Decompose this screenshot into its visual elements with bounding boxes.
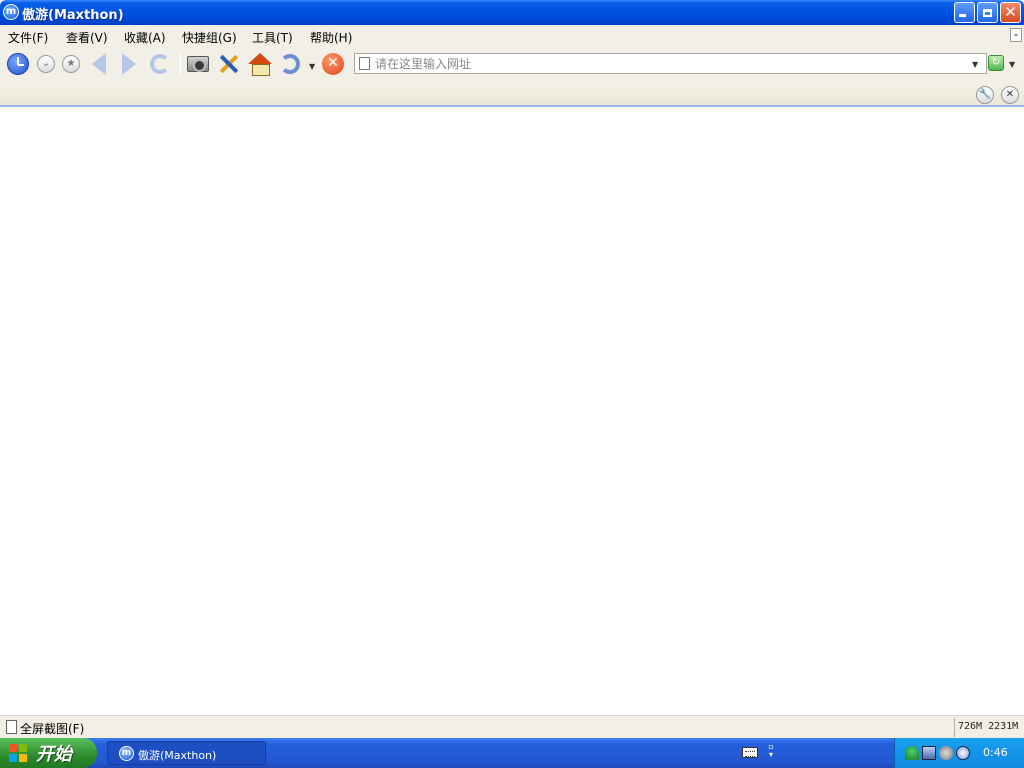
- maxthon-app-icon[interactable]: m: [3, 4, 19, 20]
- refresh-icon[interactable]: [147, 51, 173, 77]
- network-icon[interactable]: [922, 746, 936, 760]
- speaker-icon[interactable]: [939, 746, 953, 760]
- address-dropdown-icon[interactable]: ▼: [972, 60, 978, 69]
- restore-button[interactable]: [977, 2, 998, 23]
- start-label: 开始: [36, 744, 72, 765]
- forward-arrow-icon[interactable]: [116, 51, 142, 77]
- go-dropdown-icon[interactable]: ▼: [1009, 60, 1015, 69]
- menu-view[interactable]: 查看(V): [66, 29, 108, 46]
- toolbar-separator: [180, 52, 181, 76]
- stop-icon[interactable]: ✕: [320, 51, 346, 77]
- panel-close-icon[interactable]: ✕: [1001, 86, 1019, 104]
- menu-tools[interactable]: 工具(T): [252, 29, 293, 46]
- menu-groups[interactable]: 快捷组(G): [182, 29, 237, 46]
- history-icon[interactable]: [5, 51, 31, 77]
- back-arrow-icon[interactable]: [86, 51, 112, 77]
- home-icon[interactable]: [247, 51, 273, 77]
- taskbar: 开始 m 傲游(Maxthon) ▫ ▾ 0:46: [0, 738, 1024, 768]
- memory-usage: 726M 2231M: [958, 721, 1019, 732]
- star-icon[interactable]: ★: [58, 51, 84, 77]
- undo-icon[interactable]: [277, 51, 303, 77]
- camera-icon[interactable]: [185, 51, 211, 77]
- taskbar-button-label: 傲游(Maxthon): [138, 749, 217, 762]
- start-button[interactable]: 开始: [0, 738, 97, 768]
- taskbar-maxthon-button[interactable]: m 傲游(Maxthon): [107, 741, 266, 765]
- address-input[interactable]: [375, 54, 965, 73]
- security-shield-icon[interactable]: [956, 746, 970, 760]
- magic-tools-icon[interactable]: [216, 51, 242, 77]
- title-bar[interactable]: m 傲游(Maxthon) ✕: [0, 0, 1024, 25]
- status-divider: [954, 718, 955, 737]
- menu-favorites[interactable]: 收藏(A): [124, 29, 166, 46]
- menu-file[interactable]: 文件(F): [8, 29, 48, 46]
- browser-content[interactable]: [0, 108, 1024, 715]
- menu-help[interactable]: 帮助(H): [310, 29, 352, 46]
- menu-bar: 文件(F) 查看(V) 收藏(A) 快捷组(G) 工具(T) 帮助(H): [0, 25, 1024, 47]
- keyboard-icon[interactable]: [742, 747, 758, 758]
- undo-dropdown-icon[interactable]: ▼: [309, 62, 315, 71]
- page-icon: [359, 57, 370, 70]
- maxthon-taskbar-icon: m: [119, 746, 134, 761]
- status-bar: 全屏截图(F) 726M 2231M: [0, 715, 1024, 738]
- go-icon[interactable]: ↻: [988, 55, 1004, 71]
- close-icon: ✕: [1004, 3, 1017, 21]
- dropdown-circle-icon[interactable]: ⌄: [33, 51, 59, 77]
- restore-icon: [983, 9, 992, 17]
- close-button[interactable]: ✕: [1000, 2, 1021, 23]
- status-page-icon: [6, 720, 17, 734]
- tab-strip: 🔧 ✕: [0, 85, 1024, 107]
- window-title: 傲游(Maxthon): [22, 8, 124, 23]
- address-bar[interactable]: [354, 53, 987, 74]
- minimize-icon: [959, 14, 966, 17]
- wrench-icon[interactable]: 🔧: [976, 86, 994, 104]
- system-tray: 0:46: [894, 738, 1024, 768]
- status-text[interactable]: 全屏截图(F): [20, 720, 84, 737]
- restore-down-icon[interactable]: ▫ ▾: [766, 743, 776, 761]
- windows-flag-icon: [9, 744, 28, 762]
- menu-chevron-down-icon[interactable]: ⌄: [1010, 28, 1022, 42]
- umbrella-icon[interactable]: [905, 746, 919, 760]
- clock[interactable]: 0:46: [983, 746, 1008, 759]
- minimize-button[interactable]: [954, 2, 975, 23]
